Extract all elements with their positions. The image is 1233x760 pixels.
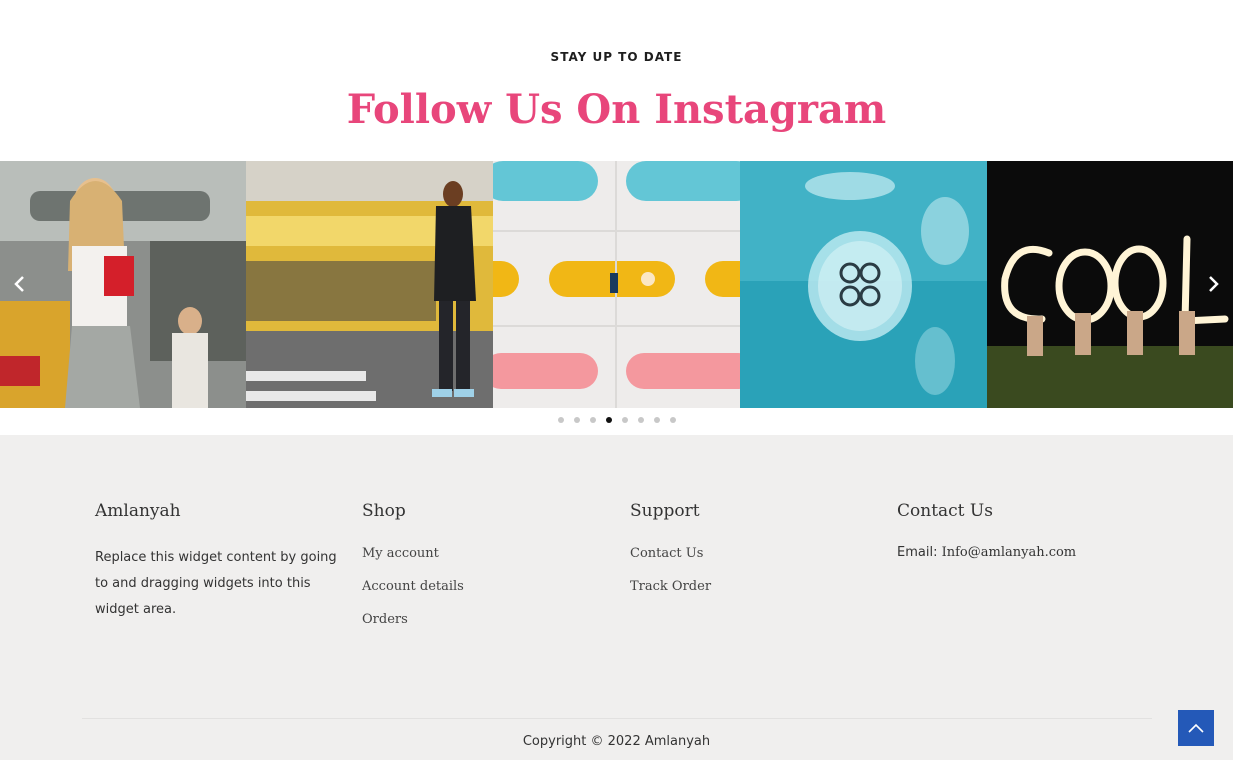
- instagram-photo-5[interactable]: [987, 161, 1233, 408]
- chevron-left-icon: [14, 276, 24, 292]
- footer-divider: [82, 718, 1152, 719]
- footer-contact-title: Contact Us: [897, 501, 993, 521]
- carousel-dot-2[interactable]: [573, 417, 580, 423]
- email-label: Email:: [897, 545, 938, 560]
- footer-link-orders[interactable]: Orders: [362, 611, 464, 628]
- carousel-dot-7[interactable]: [653, 417, 660, 423]
- instagram-carousel: [0, 161, 1233, 408]
- instagram-photo-4[interactable]: [740, 161, 987, 408]
- footer-about: Amlanyah Replace this widget content by …: [95, 501, 340, 623]
- site-footer: Amlanyah Replace this widget content by …: [0, 435, 1233, 760]
- footer-support: Support Contact Us Track Order: [630, 501, 711, 611]
- footer-shop-title: Shop: [362, 501, 406, 521]
- footer-support-title: Support: [630, 501, 700, 521]
- carousel-pagination: [0, 416, 1233, 424]
- carousel-dot-5[interactable]: [621, 417, 628, 423]
- carousel-dot-4[interactable]: [605, 417, 612, 423]
- instagram-photo-3[interactable]: [493, 161, 740, 408]
- footer-about-title: Amlanyah: [95, 501, 181, 521]
- carousel-dot-1[interactable]: [557, 417, 564, 423]
- footer-contact: Contact Us Email: Info@amlanyah.com: [897, 501, 1076, 560]
- footer-link-my-account[interactable]: My account: [362, 545, 464, 562]
- instagram-photo-1[interactable]: [0, 161, 246, 408]
- carousel-dot-3[interactable]: [589, 417, 596, 423]
- chevron-up-icon: [1188, 723, 1204, 733]
- carousel-dot-6[interactable]: [637, 417, 644, 423]
- email-link[interactable]: Info@amlanyah.com: [942, 545, 1077, 560]
- footer-link-track-order[interactable]: Track Order: [630, 578, 711, 595]
- footer-shop: Shop My account Account details Orders: [362, 501, 464, 644]
- carousel-prev-button[interactable]: [8, 272, 32, 296]
- chevron-right-icon: [1209, 276, 1219, 292]
- section-title: Follow Us On Instagram: [346, 86, 887, 133]
- scroll-to-top-button[interactable]: [1178, 710, 1214, 746]
- footer-about-text: Replace this widget content by going to …: [95, 550, 337, 617]
- section-eyebrow: STAY UP TO DATE: [550, 50, 683, 64]
- carousel-next-button[interactable]: [1201, 272, 1225, 296]
- instagram-photo-2[interactable]: [246, 161, 493, 408]
- footer-link-account-details[interactable]: Account details: [362, 578, 464, 595]
- footer-email-line: Email: Info@amlanyah.com: [897, 545, 1076, 560]
- copyright-text: Copyright © 2022 Amlanyah: [522, 734, 711, 749]
- footer-link-contact-us[interactable]: Contact Us: [630, 545, 711, 562]
- carousel-dot-8[interactable]: [669, 417, 676, 423]
